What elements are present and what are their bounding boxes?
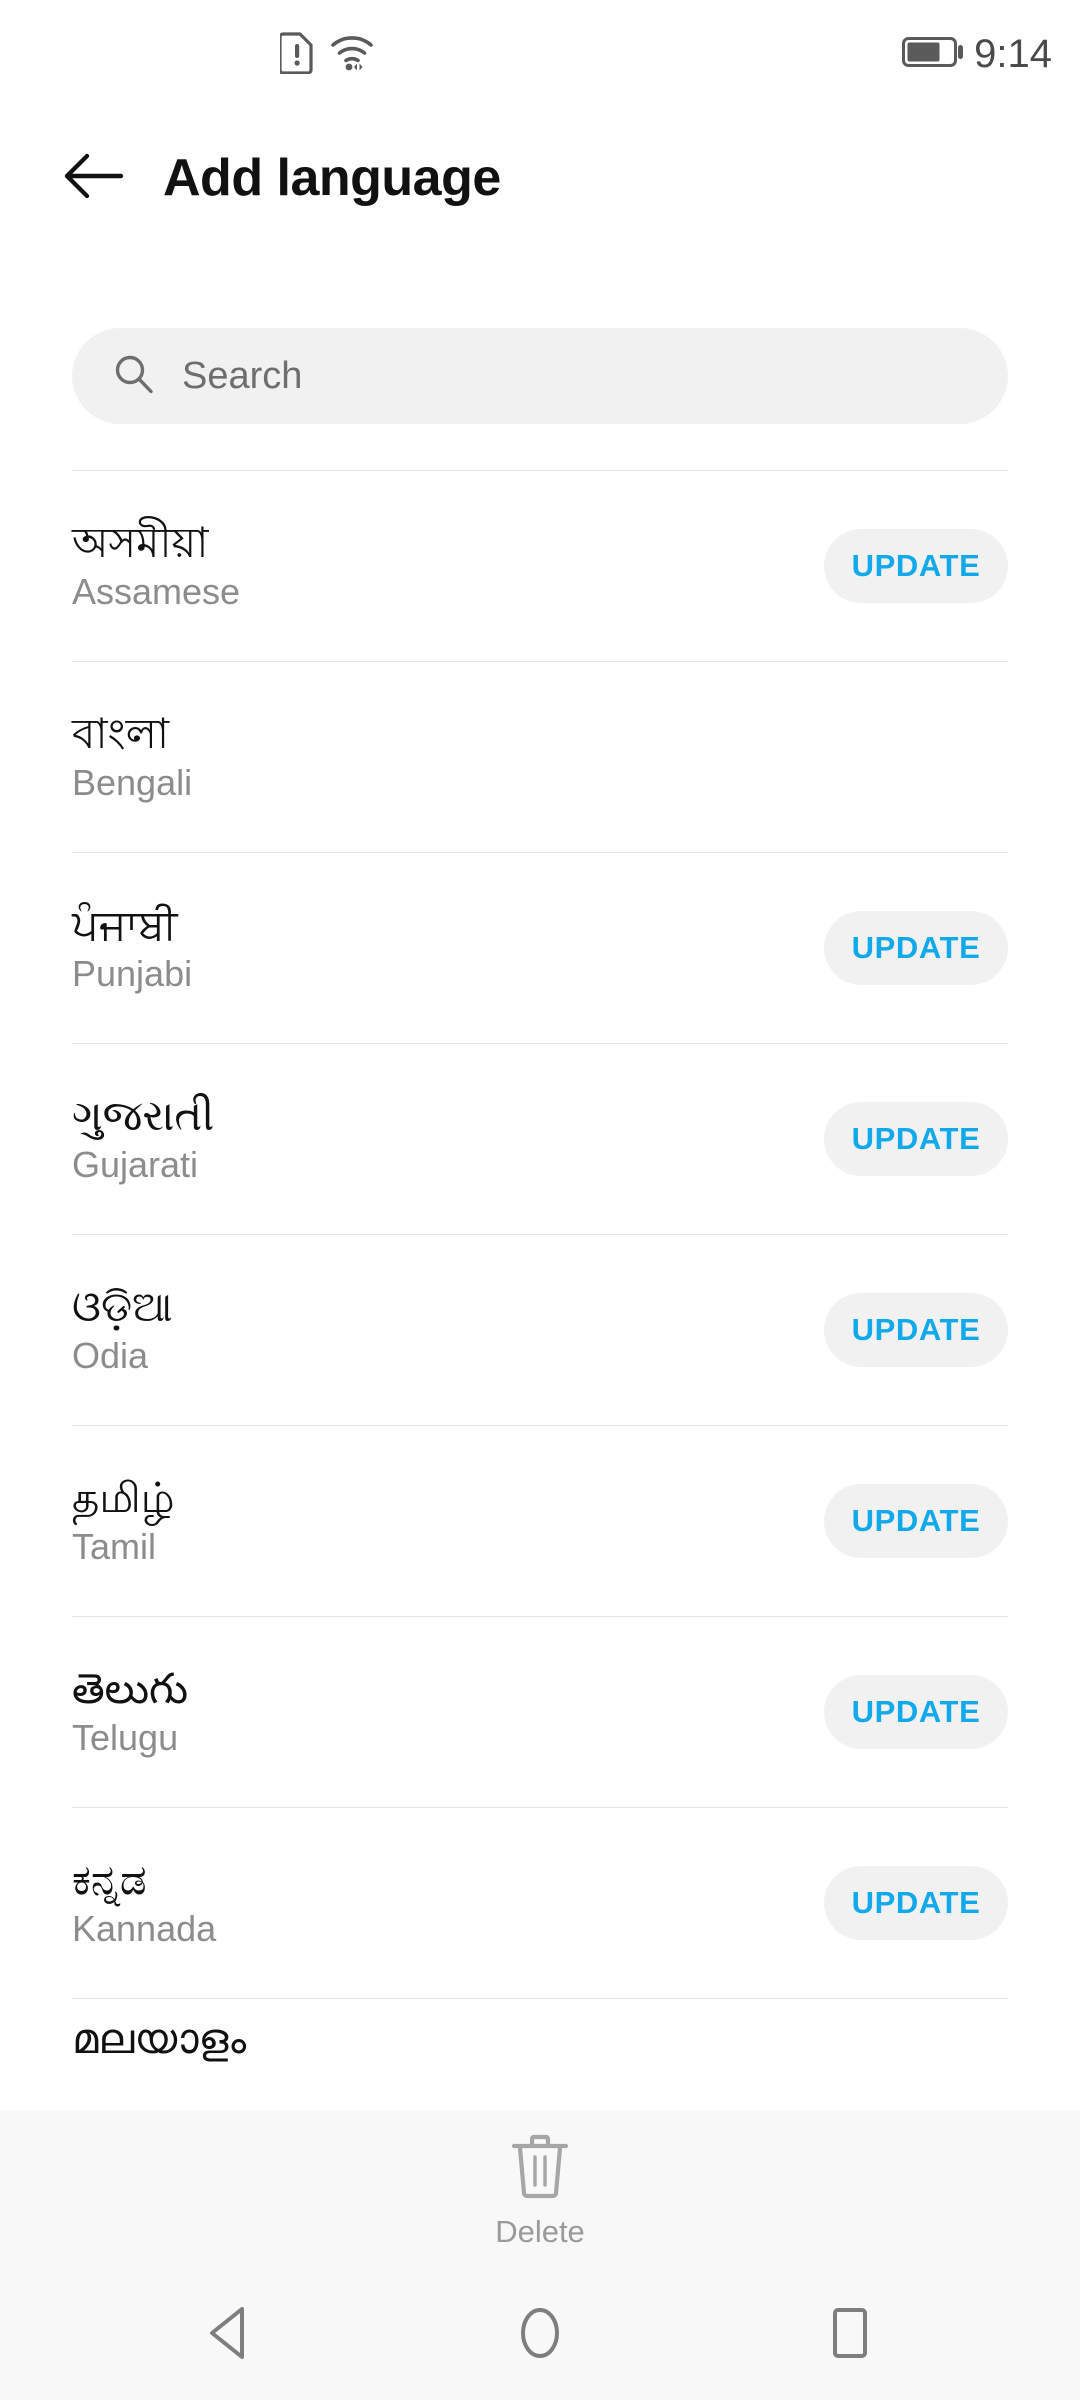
language-list[interactable]: অসমীয়া Assamese UPDATE বাংলা Bengali ਪੰ… <box>0 470 1080 2110</box>
app-bar: Add language <box>0 108 1080 248</box>
language-labels: ಕನ್ನಡ Kannada <box>72 1856 824 1949</box>
status-bar-clock: 9:14 <box>974 31 1052 76</box>
back-arrow-icon <box>61 150 125 207</box>
delete-action-bar[interactable]: Delete <box>0 2110 1080 2270</box>
language-native-name: ଓଡ଼ିଆ <box>72 1283 173 1331</box>
language-labels: తెలుగు Telugu <box>72 1665 824 1758</box>
search-container: Search <box>72 328 1008 424</box>
language-native-name: తెలుగు <box>72 1665 189 1713</box>
nav-home-icon <box>515 2304 565 2367</box>
nav-back-button[interactable] <box>130 2270 330 2400</box>
back-button[interactable] <box>45 130 141 226</box>
list-item[interactable]: മലയാളം <box>0 1999 1080 2079</box>
page-title: Add language <box>163 149 501 207</box>
list-item[interactable]: தமிழ் Tamil UPDATE <box>0 1426 1080 1616</box>
language-labels: മലയാളം <box>72 2015 1008 2062</box>
language-english-name: Gujarati <box>72 1144 199 1186</box>
wifi-icon <box>330 32 374 77</box>
language-native-name: বাংলা <box>72 710 170 758</box>
language-english-name: Bengali <box>72 762 193 804</box>
delete-button-label: Delete <box>495 2213 585 2249</box>
nav-recents-button[interactable] <box>750 2270 950 2400</box>
list-item[interactable]: ਪੰਜਾਬੀ Punjabi UPDATE <box>0 853 1080 1043</box>
update-button-label: UPDATE <box>851 1312 981 1347</box>
list-item[interactable]: বাংলা Bengali <box>0 662 1080 852</box>
nav-recents-icon <box>827 2304 873 2367</box>
language-labels: অসমীয়া Assamese <box>72 519 824 612</box>
update-button[interactable]: UPDATE <box>824 1866 1008 1940</box>
language-native-name: ગુજરાતી <box>72 1092 215 1140</box>
update-button[interactable]: UPDATE <box>824 1102 1008 1176</box>
status-bar: 9:14 <box>0 0 1080 108</box>
language-native-name: অসমীয়া <box>72 519 209 567</box>
search-input[interactable]: Search <box>72 328 1008 424</box>
update-button-label: UPDATE <box>851 1885 981 1920</box>
search-icon <box>112 352 156 401</box>
list-item[interactable]: తెలుగు Telugu UPDATE <box>0 1617 1080 1807</box>
language-english-name: Punjabi <box>72 953 193 995</box>
status-bar-right: 9:14 <box>902 0 1052 108</box>
language-native-name: தமிழ் <box>72 1474 175 1522</box>
search-placeholder: Search <box>182 354 303 397</box>
update-button[interactable]: UPDATE <box>824 1293 1008 1367</box>
update-button[interactable]: UPDATE <box>824 1675 1008 1749</box>
battery-icon <box>902 36 964 73</box>
update-button-label: UPDATE <box>851 1503 981 1538</box>
language-native-name: ಕನ್ನಡ <box>72 1856 147 1904</box>
language-labels: ગુજરાતી Gujarati <box>72 1092 824 1185</box>
language-english-name: Tamil <box>72 1526 157 1568</box>
update-button[interactable]: UPDATE <box>824 1484 1008 1558</box>
update-button-label: UPDATE <box>851 548 981 583</box>
language-labels: ଓଡ଼ିଆ Odia <box>72 1283 824 1376</box>
language-labels: বাংলা Bengali <box>72 710 1008 803</box>
trash-icon <box>509 2131 571 2206</box>
language-native-name: മലയാളം <box>72 2015 247 2063</box>
sim-card-alert-icon <box>278 30 314 79</box>
list-item[interactable]: ಕನ್ನಡ Kannada UPDATE <box>0 1808 1080 1998</box>
update-button[interactable]: UPDATE <box>824 529 1008 603</box>
phone-screen: 9:14 Add language Search অসমীয়া Assames… <box>0 0 1080 2400</box>
update-button-label: UPDATE <box>851 1694 981 1729</box>
language-english-name: Odia <box>72 1335 149 1377</box>
system-navigation-bar <box>0 2270 1080 2400</box>
status-bar-left-icons <box>278 0 374 108</box>
list-item[interactable]: অসমীয়া Assamese UPDATE <box>0 471 1080 661</box>
nav-back-icon <box>204 2304 256 2367</box>
language-english-name: Kannada <box>72 1908 217 1950</box>
list-item[interactable]: ગુજરાતી Gujarati UPDATE <box>0 1044 1080 1234</box>
nav-home-button[interactable] <box>440 2270 640 2400</box>
language-labels: தமிழ் Tamil <box>72 1474 824 1567</box>
language-labels: ਪੰਜਾਬੀ Punjabi <box>72 901 824 994</box>
update-button-label: UPDATE <box>851 1121 981 1156</box>
update-button-label: UPDATE <box>851 930 981 965</box>
update-button[interactable]: UPDATE <box>824 911 1008 985</box>
language-native-name: ਪੰਜਾਬੀ <box>72 901 178 949</box>
language-english-name: Telugu <box>72 1717 179 1759</box>
list-item[interactable]: ଓଡ଼ିଆ Odia UPDATE <box>0 1235 1080 1425</box>
language-english-name: Assamese <box>72 571 241 613</box>
